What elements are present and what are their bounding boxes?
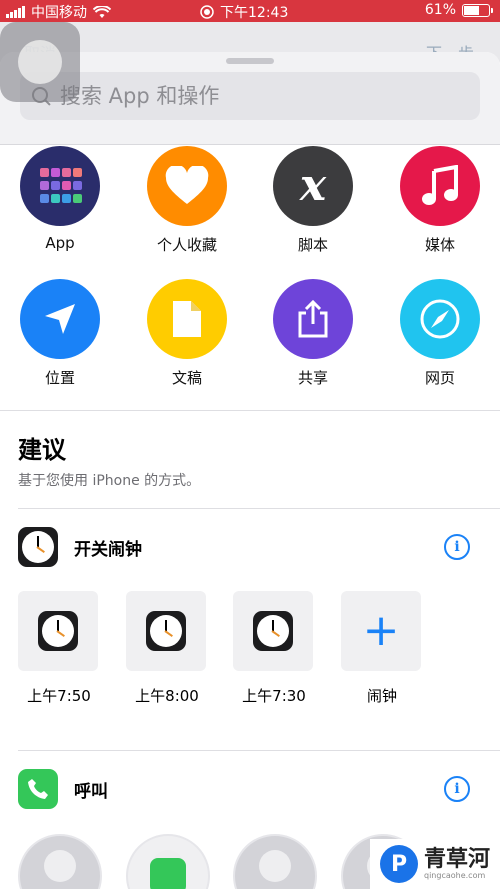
sheet-grabber[interactable]: [226, 58, 274, 64]
category-label: 个人收藏: [156, 236, 217, 254]
battery-percent: 61%: [424, 2, 456, 18]
category-sharing[interactable]: 共享: [258, 279, 368, 388]
category-web[interactable]: 网页: [385, 279, 495, 388]
divider: [18, 750, 500, 751]
clock-icon: [18, 527, 58, 567]
category-label: 共享: [297, 369, 328, 387]
suggestions-title: 建议: [18, 436, 66, 464]
section-divider: [0, 410, 500, 411]
battery-group: 61%: [424, 2, 493, 18]
group-app-name: 呼叫: [74, 781, 108, 802]
script-x-icon: x: [273, 146, 353, 226]
app-grid-icon: [20, 146, 100, 226]
location-arrow-icon: [20, 279, 100, 359]
contact-avatar[interactable]: [126, 834, 210, 889]
share-icon: [273, 279, 353, 359]
action-label: 上午7:30: [242, 687, 306, 705]
watermark: P 青草河 qingcaohe.com: [370, 839, 500, 889]
search-bar[interactable]: [20, 72, 480, 120]
category-label: 媒体: [424, 236, 455, 254]
clock-icon: [253, 611, 293, 651]
action-tile[interactable]: + 闹钟: [341, 591, 423, 706]
assistive-touch-icon: [18, 40, 62, 84]
category-scripting[interactable]: x 脚本: [258, 146, 368, 255]
action-tile[interactable]: 上午8:00: [126, 591, 208, 706]
category-label: App: [45, 234, 75, 252]
document-icon: [147, 279, 227, 359]
compass-icon: [400, 279, 480, 359]
clock-label: 下午12:43: [220, 5, 289, 21]
divider: [0, 144, 500, 145]
phone-icon: [150, 858, 186, 889]
heart-icon: [147, 146, 227, 226]
action-label: 上午8:00: [135, 687, 199, 705]
signal-icon: [6, 6, 25, 18]
clock-icon: [38, 611, 78, 651]
action-label: 闹钟: [366, 687, 397, 705]
suggestion-group-header: 开关闹钟 i: [18, 526, 488, 568]
wifi-icon: [93, 5, 111, 18]
divider: [18, 508, 500, 509]
carrier-group: 中国移动: [6, 2, 111, 22]
category-location[interactable]: 位置: [5, 279, 115, 388]
category-label: 文稿: [171, 369, 202, 387]
watermark-logo-icon: P: [380, 845, 418, 883]
watermark-url: qingcaohe.com: [424, 870, 486, 880]
info-icon[interactable]: i: [444, 776, 470, 802]
suggestion-group-header: 呼叫 i: [18, 768, 488, 810]
category-app[interactable]: App: [5, 146, 115, 252]
info-icon[interactable]: i: [444, 534, 470, 560]
time-group: 下午12:43: [200, 2, 288, 22]
contact-avatar[interactable]: [18, 834, 102, 889]
category-media[interactable]: 媒体: [385, 146, 495, 255]
carrier-label: 中国移动: [31, 5, 87, 21]
clock-icon: [146, 611, 186, 651]
music-note-icon: [400, 146, 480, 226]
action-sheet: App 个人收藏 x 脚本 媒体 位置 文稿 共享: [0, 52, 500, 889]
watermark-name: 青草河: [424, 846, 491, 872]
lock-rotation-icon: [200, 5, 214, 19]
status-bar: 中国移动 下午12:43 61%: [0, 0, 500, 22]
assistive-touch-button[interactable]: [0, 22, 80, 102]
action-tile[interactable]: 上午7:50: [18, 591, 100, 706]
group-app-name: 开关闹钟: [74, 539, 142, 560]
category-favorites[interactable]: 个人收藏: [132, 146, 242, 255]
contact-avatar[interactable]: [233, 834, 317, 889]
category-documents[interactable]: 文稿: [132, 279, 242, 388]
phone-icon: [18, 769, 58, 809]
plus-icon: +: [362, 605, 400, 656]
action-tile[interactable]: 上午7:30: [233, 591, 315, 706]
category-label: 网页: [424, 369, 455, 387]
suggestions-subtitle: 基于您使用 iPhone 的方式。: [18, 473, 201, 489]
action-label: 上午7:50: [27, 687, 91, 705]
search-input[interactable]: [58, 83, 462, 109]
battery-icon: [462, 3, 493, 17]
category-label: 脚本: [297, 236, 328, 254]
category-label: 位置: [44, 369, 75, 387]
